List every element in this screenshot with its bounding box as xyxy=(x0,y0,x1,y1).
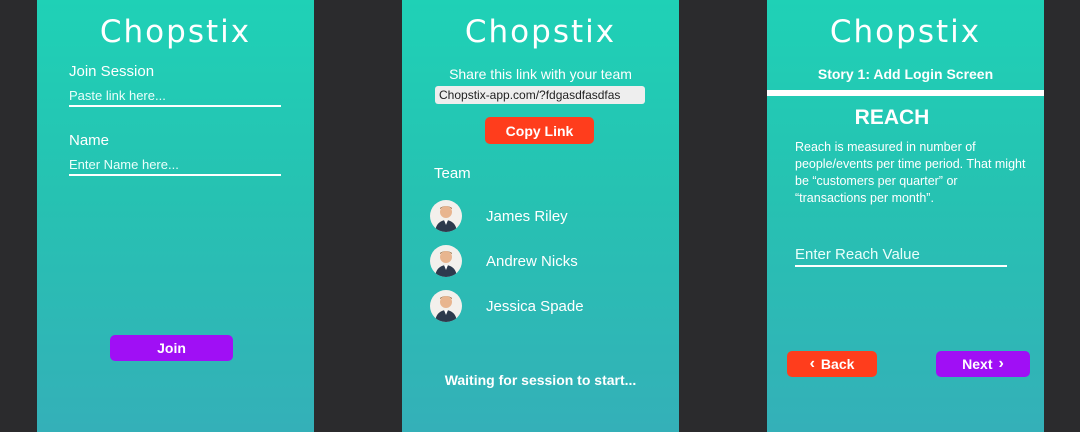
team-label: Team xyxy=(434,165,471,182)
metric-description: Reach is measured in number of people/ev… xyxy=(795,140,1026,205)
story-screen: Chopstix Story 1: Add Login Screen REACH… xyxy=(767,0,1044,432)
next-button-label: Next xyxy=(962,356,993,372)
back-button-label: Back xyxy=(820,356,855,372)
join-session-label: Join Session xyxy=(69,63,155,80)
app-logo: Chopstix xyxy=(829,14,982,50)
chevron-right-icon: › xyxy=(998,355,1004,372)
next-button[interactable]: Next › xyxy=(936,351,1030,377)
avatar-icon xyxy=(430,290,462,322)
name-label: Name xyxy=(69,132,110,149)
reach-value-input[interactable] xyxy=(795,246,1007,267)
join-button-label: Join xyxy=(157,340,186,356)
share-screen: Chopstix Share this link with your team … xyxy=(402,0,679,432)
team-member: Andrew Nicks xyxy=(430,245,578,277)
team-member: James Riley xyxy=(430,200,568,232)
team-member-name: Jessica Spade xyxy=(486,297,584,315)
story-title: Story 1: Add Login Screen xyxy=(817,66,994,82)
chevron-left-icon: ‹ xyxy=(809,355,815,372)
share-label: Share this link with your team xyxy=(449,66,632,82)
join-screen: Chopstix Join Session Name Join xyxy=(37,0,314,432)
waiting-status: Waiting for session to start... xyxy=(444,372,637,388)
app-logo: Chopstix xyxy=(464,14,617,50)
copy-link-label: Copy Link xyxy=(505,122,574,139)
session-link-input[interactable] xyxy=(69,88,281,107)
avatar-icon xyxy=(430,245,462,277)
team-member-name: Andrew Nicks xyxy=(486,252,578,270)
join-button[interactable]: Join xyxy=(110,335,233,361)
avatar-icon xyxy=(430,200,462,232)
team-member: Jessica Spade xyxy=(430,290,584,322)
name-input[interactable] xyxy=(69,157,281,176)
copy-link-button[interactable]: Copy Link xyxy=(485,117,594,144)
team-member-name: James Riley xyxy=(486,207,568,225)
divider xyxy=(767,90,1044,96)
metric-title: REACH xyxy=(854,106,930,129)
share-link-field[interactable]: Chopstix-app.com/?fdgasdfasdfas xyxy=(435,86,645,104)
app-logo: Chopstix xyxy=(99,14,252,50)
back-button[interactable]: ‹ Back xyxy=(787,351,877,377)
